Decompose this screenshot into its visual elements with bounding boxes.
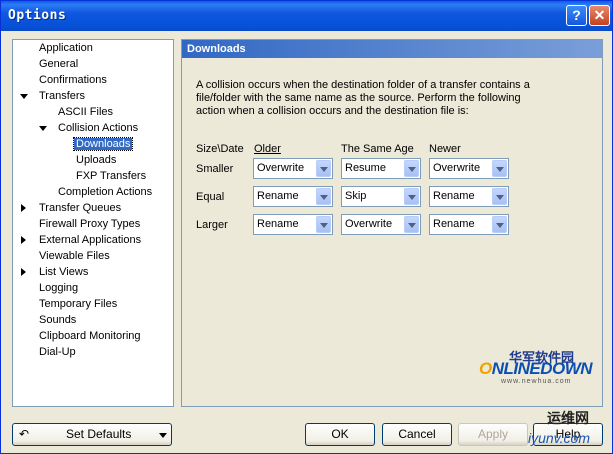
tree-item-label: Confirmations — [39, 74, 107, 86]
tree-item-label: Firewall Proxy Types — [39, 218, 141, 230]
larger-same-age-select[interactable]: Overwrite — [341, 214, 421, 235]
close-button[interactable]: ✕ — [589, 5, 610, 26]
row-label-larger: Larger — [196, 219, 228, 231]
tree-item-collision-actions[interactable]: Collision Actions — [56, 121, 140, 135]
tree-item-general[interactable]: General — [37, 57, 80, 71]
chevron-down-icon[interactable] — [404, 160, 419, 177]
ok-button[interactable]: OK — [305, 423, 375, 446]
title-bar[interactable]: Options ? ✕ — [1, 1, 612, 31]
chevron-down-icon — [159, 433, 167, 438]
equal-older-select[interactable]: Rename — [253, 186, 333, 207]
chevron-down-icon[interactable] — [316, 160, 331, 177]
undo-icon: ↶ — [19, 427, 30, 441]
row-label-equal: Equal — [196, 191, 225, 203]
tree-item-label: Logging — [39, 282, 79, 294]
tree-item-label: Sounds — [39, 314, 77, 326]
tree-item-sounds[interactable]: Sounds — [37, 313, 78, 327]
chevron-down-icon[interactable] — [492, 216, 507, 233]
onlinedown-watermark: 华军软件园 ONLINEDOWN www.newhua.com — [479, 347, 599, 387]
tree-item-downloads[interactable]: Downloads — [72, 137, 134, 151]
tree-item-label: Collision Actions — [58, 122, 139, 134]
expand-arrow-right-icon[interactable] — [21, 204, 26, 212]
set-defaults-button[interactable]: ↶ Set Defaults — [12, 423, 172, 446]
tree-item-label: Uploads — [76, 154, 117, 166]
tree-item-label: Completion Actions — [58, 186, 153, 198]
tree-item-label: List Views — [39, 266, 89, 278]
tree-item-confirmations[interactable]: Confirmations — [37, 73, 109, 87]
larger-newer-select[interactable]: Rename — [429, 214, 509, 235]
tree-item-viewable-files[interactable]: Viewable Files — [37, 249, 112, 263]
chevron-down-icon[interactable] — [316, 188, 331, 205]
options-tree[interactable]: Application General Confirmations Transfers… — [12, 39, 174, 407]
apply-button[interactable]: Apply — [458, 423, 528, 446]
tree-item-label: Viewable Files — [39, 250, 110, 262]
tree-item-temporary-files[interactable]: Temporary Files — [37, 297, 119, 311]
smaller-newer-select[interactable]: Overwrite — [429, 158, 509, 179]
tree-item-label: Application — [39, 42, 93, 54]
larger-older-select[interactable]: Rename — [253, 214, 333, 235]
tree-item-application[interactable]: Application — [37, 41, 95, 55]
tree-item-transfers[interactable]: Transfers — [37, 89, 87, 103]
tree-item-label: External Applications — [39, 234, 142, 246]
chevron-down-icon[interactable] — [404, 216, 419, 233]
smaller-older-select[interactable]: Overwrite — [253, 158, 333, 179]
tree-item-label: Downloads — [72, 137, 134, 151]
chevron-down-icon[interactable] — [316, 216, 331, 233]
chevron-down-icon[interactable] — [492, 160, 507, 177]
watermark-brand-en: ONLINEDOWN — [479, 359, 593, 378]
tree-item-label: FXP Transfers — [76, 170, 147, 182]
watermark-site-url: iyunv.com — [528, 430, 590, 446]
chevron-down-icon[interactable] — [404, 188, 419, 205]
expand-arrow-right-icon[interactable] — [21, 236, 26, 244]
expand-arrow-right-icon[interactable] — [21, 268, 26, 276]
tree-item-label: Transfers — [39, 90, 86, 102]
tree-item-label: Clipboard Monitoring — [39, 330, 141, 342]
newer-header: Newer — [429, 143, 461, 155]
tree-item-external-applications[interactable]: External Applications — [37, 233, 143, 247]
tree-item-completion-actions[interactable]: Completion Actions — [56, 185, 154, 199]
size-date-header: Size\Date — [196, 143, 244, 155]
tree-item-fxp-transfers[interactable]: FXP Transfers — [74, 169, 148, 183]
tree-item-label: Temporary Files — [39, 298, 118, 310]
tree-item-logging[interactable]: Logging — [37, 281, 80, 295]
equal-same-age-select[interactable]: Skip — [341, 186, 421, 207]
chevron-down-icon[interactable] — [492, 188, 507, 205]
tree-item-uploads[interactable]: Uploads — [74, 153, 118, 167]
tree-item-label: General — [39, 58, 79, 70]
tree-item-list-views[interactable]: List Views — [37, 265, 90, 279]
tree-item-transfer-queues[interactable]: Transfer Queues — [37, 201, 123, 215]
equal-newer-select[interactable]: Rename — [429, 186, 509, 207]
watermark-url: www.newhua.com — [501, 378, 572, 385]
help-title-button[interactable]: ? — [566, 5, 587, 26]
tree-item-label: Transfer Queues — [39, 202, 122, 214]
tree-item-dial-up[interactable]: Dial-Up — [37, 345, 78, 359]
expand-arrow-down-icon[interactable] — [39, 126, 47, 131]
tree-item-label: ASCII Files — [58, 106, 114, 118]
panel-title: Downloads — [182, 40, 602, 58]
tree-item-label: Dial-Up — [39, 346, 76, 358]
row-label-smaller: Smaller — [196, 163, 234, 175]
expand-arrow-down-icon[interactable] — [20, 94, 28, 99]
collision-description: A collision occurs when the destination … — [196, 79, 530, 117]
tree-item-clipboard-monitoring[interactable]: Clipboard Monitoring — [37, 329, 143, 343]
tree-item-firewall-proxy-types[interactable]: Firewall Proxy Types — [37, 217, 142, 231]
tree-item-ascii-files[interactable]: ASCII Files — [56, 105, 115, 119]
cancel-button[interactable]: Cancel — [382, 423, 452, 446]
watermark-site-cn: 运维网 — [547, 410, 589, 426]
older-header: Older — [254, 143, 281, 155]
iyunv-watermark: 运维网 iyunv.com — [525, 408, 611, 452]
smaller-same-age-select[interactable]: Resume — [341, 158, 421, 179]
options-window: Options ? ✕ Application General Confirmati… — [0, 0, 613, 454]
window-title: Options — [8, 8, 67, 23]
same-age-header: The Same Age — [341, 143, 414, 155]
